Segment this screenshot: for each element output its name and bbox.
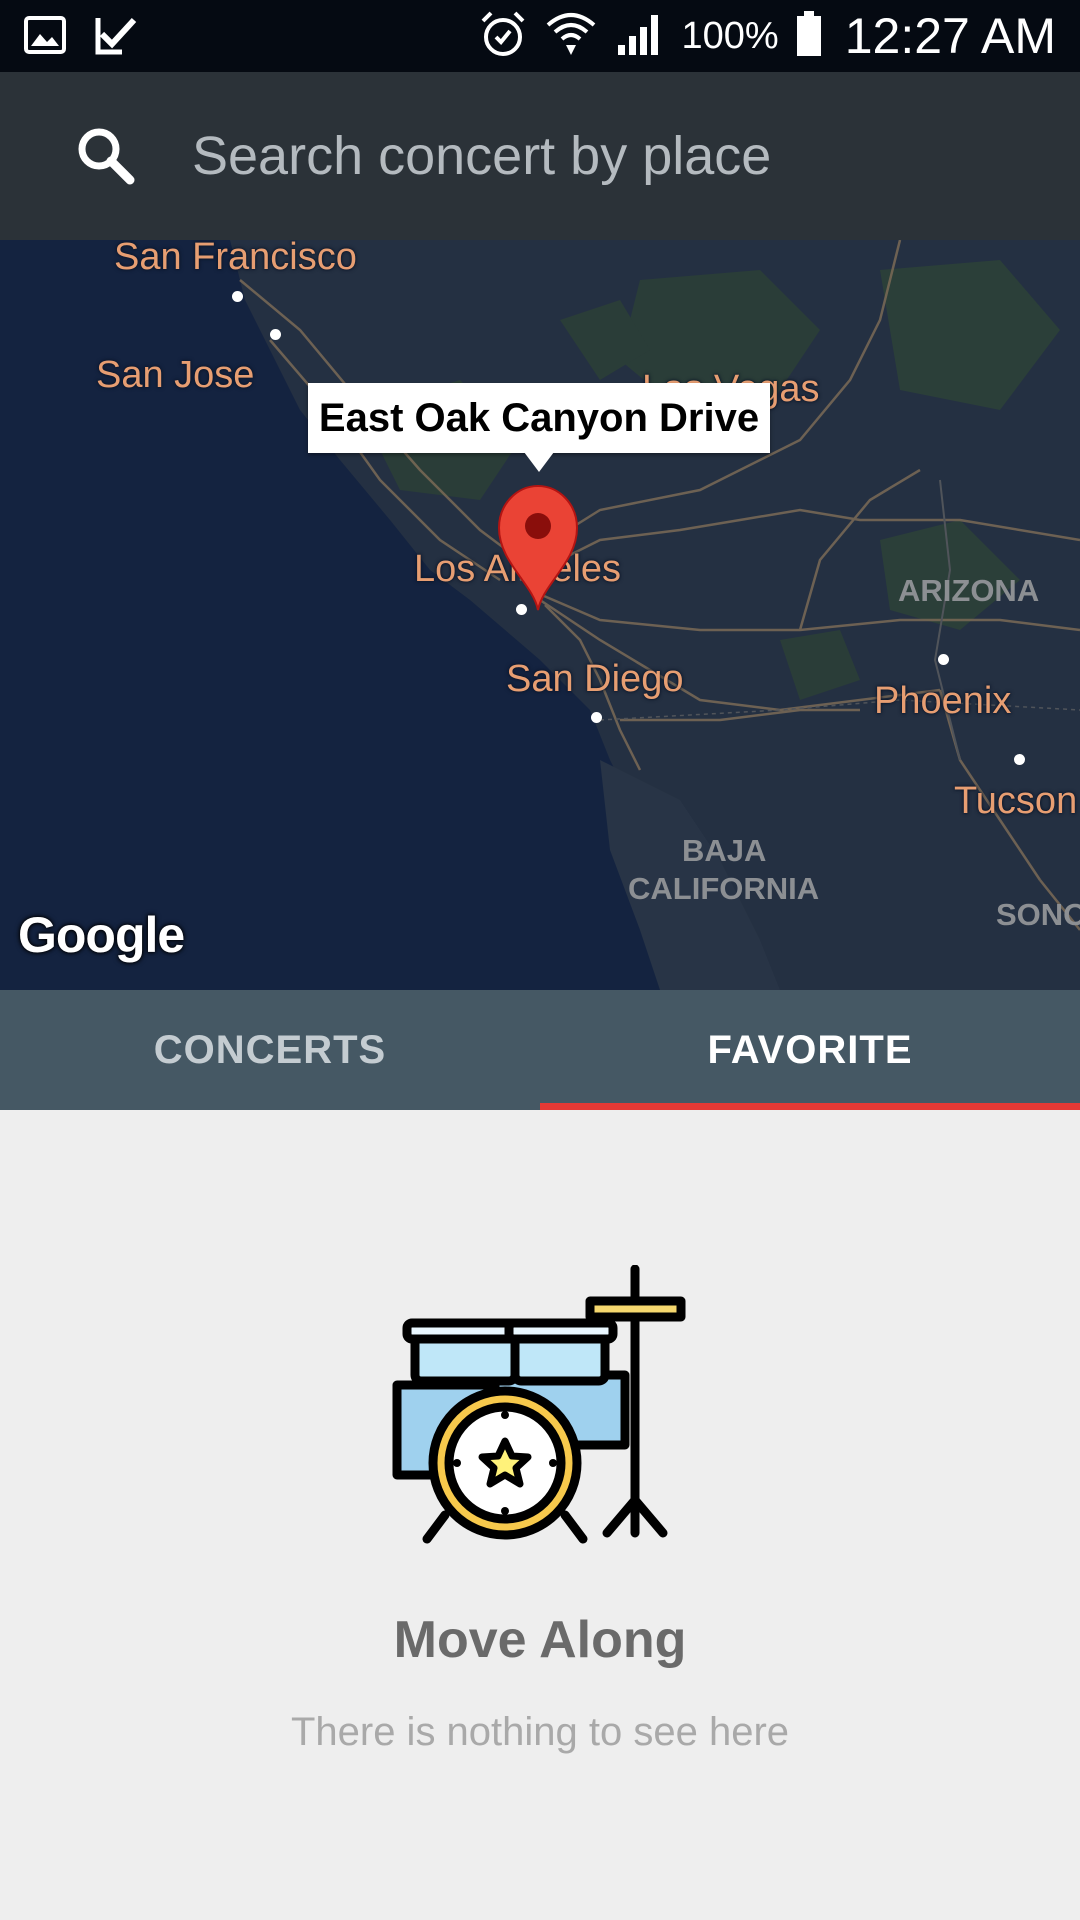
empty-state: Move Along There is nothing to see here — [0, 1110, 1080, 1920]
map-view[interactable]: San Francisco San Jose Las Vegas Los Ang… — [0, 240, 1080, 990]
city-dot — [591, 712, 602, 723]
alarm-icon — [478, 9, 528, 64]
signal-icon — [614, 9, 666, 64]
marker-info-window[interactable]: East Oak Canyon Drive — [308, 383, 770, 453]
clock: 12:27 AM — [844, 8, 1056, 64]
city-dot — [232, 291, 243, 302]
region-label-arizona: ARIZONA — [898, 573, 1040, 608]
city-dot — [270, 329, 281, 340]
empty-state-subtitle: There is nothing to see here — [290, 1710, 790, 1754]
tab-favorite-label: FAVORITE — [707, 1027, 913, 1072]
region-label-baja-line1: BAJA — [682, 833, 767, 868]
task-check-icon — [92, 12, 138, 63]
drum-kit-icon — [392, 1265, 686, 1544]
region-label-sonora: SONO — [996, 897, 1080, 932]
map-pin-icon[interactable] — [497, 484, 579, 614]
search-icon[interactable] — [74, 124, 138, 188]
region-label-baja-line2: CALIFORNIA — [628, 871, 820, 906]
city-label-tucson: Tucson — [954, 780, 1078, 822]
empty-state-title: Move Along — [393, 1611, 687, 1669]
gallery-icon — [22, 12, 68, 63]
wifi-icon — [544, 9, 598, 64]
info-window-tail — [524, 452, 554, 472]
battery-percentage: 100% — [681, 14, 779, 57]
active-tab-indicator — [540, 1103, 1080, 1110]
google-attribution-logo: Google — [18, 907, 185, 963]
tab-concerts[interactable]: CONCERTS — [0, 990, 540, 1110]
search-input[interactable] — [192, 112, 1032, 200]
map-terrain — [230, 240, 1080, 990]
city-label-san-jose: San Jose — [96, 354, 255, 396]
battery-icon — [795, 9, 823, 64]
city-dot — [938, 654, 949, 665]
city-dot — [1014, 754, 1025, 765]
city-label-san-francisco: San Francisco — [114, 240, 357, 278]
search-bar — [0, 72, 1080, 240]
tab-bar: CONCERTS FAVORITE — [0, 990, 1080, 1110]
status-bar: 100% 12:27 AM — [0, 0, 1080, 72]
city-label-phoenix: Phoenix — [874, 680, 1012, 722]
tab-favorite[interactable]: FAVORITE — [540, 990, 1080, 1110]
city-label-san-diego: San Diego — [506, 658, 684, 700]
